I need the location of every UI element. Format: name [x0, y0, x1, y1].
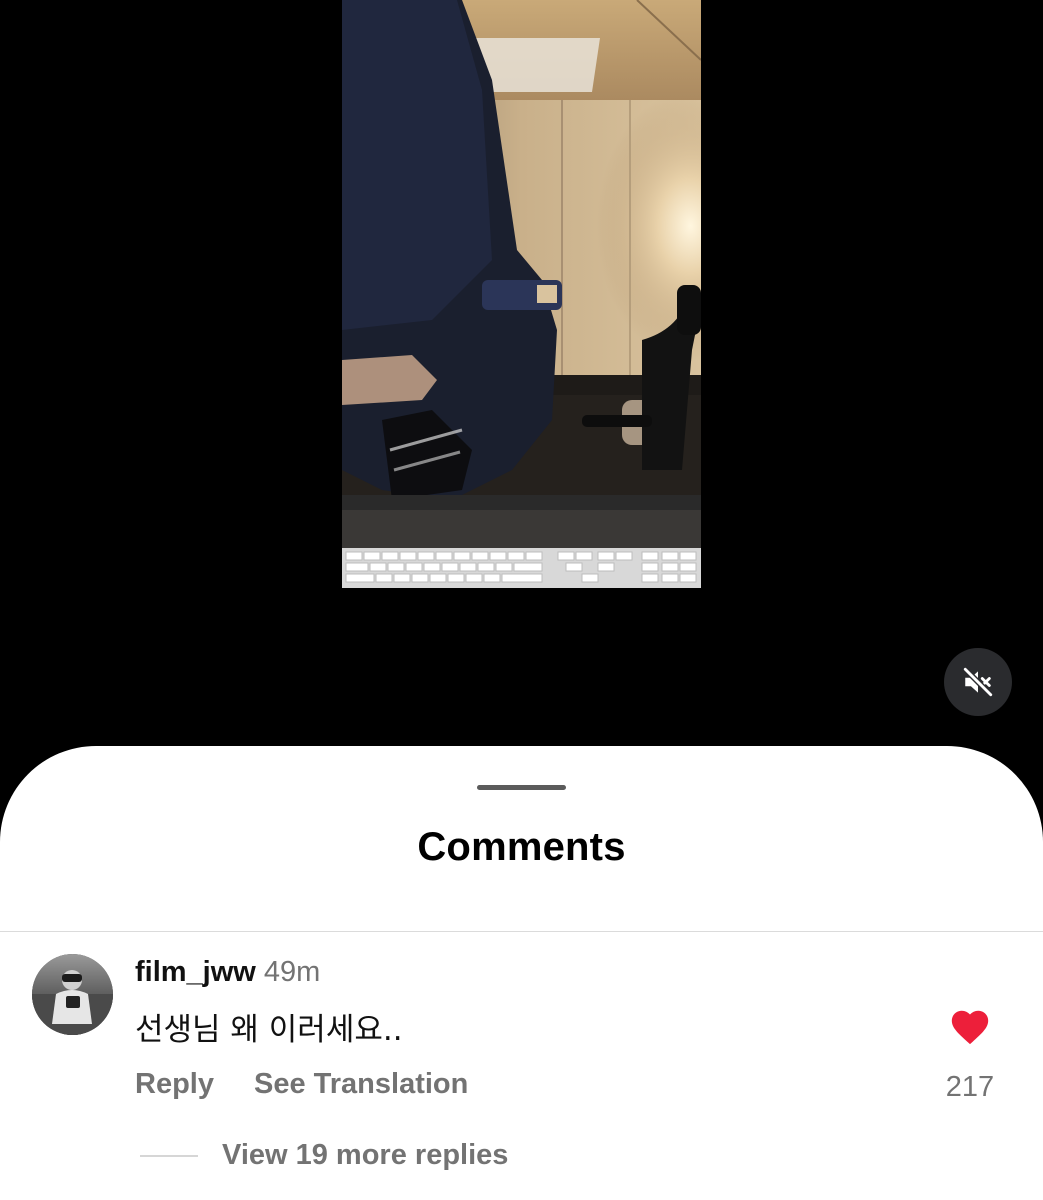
avatar-image — [32, 954, 113, 1035]
see-translation-button[interactable]: See Translation — [254, 1068, 468, 1100]
heart-filled-icon — [951, 1010, 989, 1045]
speaker-muted-icon — [963, 667, 993, 697]
mute-button[interactable] — [944, 648, 1012, 716]
video-player[interactable] — [0, 0, 1043, 760]
reply-button[interactable]: Reply — [135, 1068, 214, 1100]
comment-text: 선생님 왜 이러세요.. — [135, 1012, 403, 1048]
comment-username[interactable]: film_jww — [135, 956, 256, 988]
comments-title: Comments — [417, 825, 626, 869]
header-divider — [0, 931, 1043, 932]
like-count: 217 — [945, 1071, 995, 1103]
comment-timestamp: 49m — [263, 956, 321, 988]
video-frame[interactable] — [342, 0, 701, 588]
comments-sheet: Comments film_jww 49m 선생님 왜 이러세요.. Reply… — [0, 746, 1043, 1200]
avatar[interactable] — [32, 954, 113, 1035]
video-thumbnail-image — [342, 0, 701, 588]
comment-actions: Reply See Translation — [135, 1068, 468, 1101]
like-button[interactable] — [948, 1006, 992, 1046]
comment-header: film_jww 49m — [135, 956, 320, 989]
view-more-replies-button[interactable]: View 19 more replies — [222, 1139, 508, 1172]
replies-divider-line — [140, 1155, 198, 1157]
sheet-drag-handle[interactable] — [477, 785, 566, 790]
